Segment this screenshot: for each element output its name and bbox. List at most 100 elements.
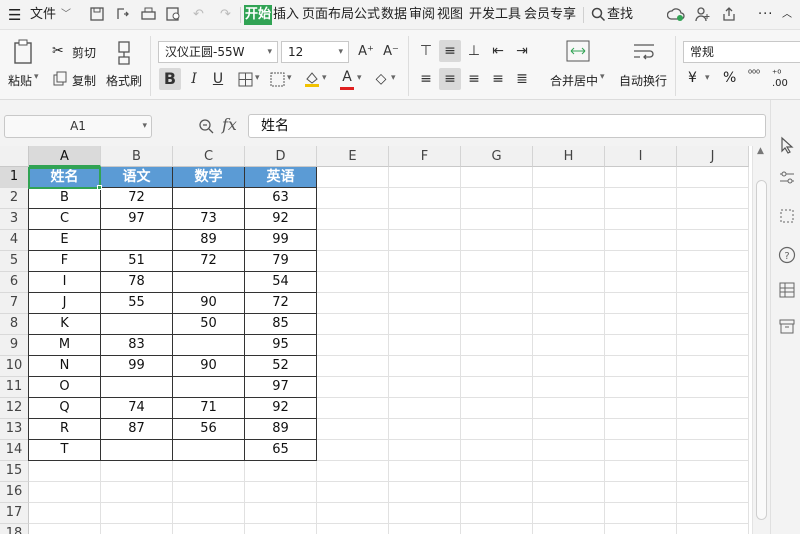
table-cell[interactable]: 83 xyxy=(101,335,173,356)
merge-center-icon[interactable] xyxy=(566,40,590,62)
row-header[interactable]: 13 xyxy=(0,419,29,440)
table-cell[interactable]: 97 xyxy=(101,209,173,230)
empty-cell[interactable] xyxy=(389,440,461,461)
empty-cell[interactable] xyxy=(533,440,605,461)
empty-cell[interactable] xyxy=(533,188,605,209)
empty-cell[interactable] xyxy=(605,461,677,482)
empty-cell[interactable] xyxy=(317,398,389,419)
empty-cell[interactable] xyxy=(245,482,317,503)
share-user-icon[interactable] xyxy=(694,6,711,23)
tab-view[interactable]: 视图 xyxy=(437,5,463,25)
empty-cell[interactable] xyxy=(677,503,749,524)
empty-cell[interactable] xyxy=(389,272,461,293)
empty-cell[interactable] xyxy=(677,482,749,503)
table-cell[interactable]: 72 xyxy=(101,188,173,209)
empty-cell[interactable] xyxy=(461,524,533,534)
empty-cell[interactable] xyxy=(101,524,173,534)
empty-cell[interactable] xyxy=(461,461,533,482)
format-painter-button[interactable]: 格式刷 xyxy=(106,72,142,89)
decrease-font-size-icon[interactable]: A⁻ xyxy=(380,41,402,63)
empty-cell[interactable] xyxy=(389,293,461,314)
row-header[interactable]: 17 xyxy=(0,503,29,524)
empty-cell[interactable] xyxy=(677,335,749,356)
row-header[interactable]: 10 xyxy=(0,356,29,377)
empty-cell[interactable] xyxy=(461,419,533,440)
empty-cell[interactable] xyxy=(173,482,245,503)
table-cell[interactable]: M xyxy=(29,335,101,356)
empty-cell[interactable] xyxy=(677,167,749,188)
scroll-up-icon[interactable]: ▲ xyxy=(757,146,764,156)
chevron-down-icon[interactable]: ▾ xyxy=(391,73,396,83)
empty-cell[interactable] xyxy=(605,482,677,503)
table-cell[interactable]: 63 xyxy=(245,188,317,209)
paste-icon[interactable] xyxy=(12,38,36,66)
table-cell[interactable] xyxy=(101,440,173,461)
row-header[interactable]: 12 xyxy=(0,398,29,419)
scrollbar-thumb[interactable] xyxy=(756,180,767,520)
empty-cell[interactable] xyxy=(533,356,605,377)
table-cell[interactable]: B xyxy=(29,188,101,209)
empty-cell[interactable] xyxy=(677,419,749,440)
column-header[interactable]: H xyxy=(533,146,605,167)
empty-cell[interactable] xyxy=(461,398,533,419)
table-cell[interactable]: F xyxy=(29,251,101,272)
chevron-down-icon[interactable]: ▾ xyxy=(705,73,710,83)
pointer-icon[interactable] xyxy=(779,136,795,154)
justify-icon[interactable]: ≡ xyxy=(487,68,509,90)
empty-cell[interactable] xyxy=(317,356,389,377)
indent-increase-icon[interactable]: ⇥ xyxy=(511,40,533,62)
empty-cell[interactable] xyxy=(389,524,461,534)
empty-cell[interactable] xyxy=(317,335,389,356)
table-cell[interactable]: 54 xyxy=(245,272,317,293)
tab-home[interactable]: 开始 xyxy=(244,5,273,25)
table-cell[interactable]: 73 xyxy=(173,209,245,230)
row-header[interactable]: 16 xyxy=(0,482,29,503)
empty-cell[interactable] xyxy=(317,251,389,272)
empty-cell[interactable] xyxy=(389,188,461,209)
empty-cell[interactable] xyxy=(533,167,605,188)
empty-cell[interactable] xyxy=(605,314,677,335)
cell-style-icon[interactable] xyxy=(270,72,285,87)
print-icon[interactable] xyxy=(140,6,157,22)
empty-cell[interactable] xyxy=(605,503,677,524)
empty-cell[interactable] xyxy=(605,188,677,209)
table-header-cell[interactable]: 英语 xyxy=(245,167,317,188)
column-header[interactable]: J xyxy=(677,146,749,167)
font-name-select[interactable]: 汉仪正圆-55W ▾ xyxy=(158,41,278,63)
empty-cell[interactable] xyxy=(461,167,533,188)
table-cell[interactable]: J xyxy=(29,293,101,314)
distributed-align-icon[interactable]: ≣ xyxy=(511,68,533,90)
empty-cell[interactable] xyxy=(317,419,389,440)
table-cell[interactable]: Q xyxy=(29,398,101,419)
table-cell[interactable]: 72 xyxy=(245,293,317,314)
column-header[interactable]: G xyxy=(461,146,533,167)
spreadsheet-grid[interactable]: ABCDEFGHIJ 1 2 3 4 5 6 7 8 9 10 11 12 13 14 15 16 17 18 姓… xyxy=(0,146,752,534)
tab-developer[interactable]: 开发工具 xyxy=(469,5,521,25)
empty-cell[interactable] xyxy=(677,272,749,293)
table-header-cell[interactable]: 数学 xyxy=(173,167,245,188)
empty-cell[interactable] xyxy=(245,524,317,534)
empty-cell[interactable] xyxy=(677,209,749,230)
search-icon[interactable] xyxy=(591,7,606,22)
table-cell[interactable]: 92 xyxy=(245,398,317,419)
file-dropdown-chevron-icon[interactable]: ﹀ xyxy=(61,5,71,25)
table-cell[interactable] xyxy=(173,188,245,209)
empty-cell[interactable] xyxy=(605,251,677,272)
empty-cell[interactable] xyxy=(317,440,389,461)
merge-center-button[interactable]: 合并居中 xyxy=(550,72,598,89)
formula-input[interactable]: 姓名 xyxy=(248,114,766,138)
currency-icon[interactable]: ¥ xyxy=(688,70,697,86)
table-cell[interactable]: 65 xyxy=(245,440,317,461)
empty-cell[interactable] xyxy=(605,377,677,398)
empty-cell[interactable] xyxy=(461,230,533,251)
empty-cell[interactable] xyxy=(533,314,605,335)
empty-cell[interactable] xyxy=(29,461,101,482)
table-cell[interactable]: 72 xyxy=(173,251,245,272)
chevron-down-icon[interactable]: ▾ xyxy=(322,73,327,83)
tab-review[interactable]: 审阅 xyxy=(409,5,435,25)
number-format-select[interactable]: 常规 xyxy=(683,41,800,63)
row-header[interactable]: 14 xyxy=(0,440,29,461)
empty-cell[interactable] xyxy=(461,335,533,356)
empty-cell[interactable] xyxy=(29,524,101,534)
increase-font-size-icon[interactable]: A⁺ xyxy=(355,41,377,63)
